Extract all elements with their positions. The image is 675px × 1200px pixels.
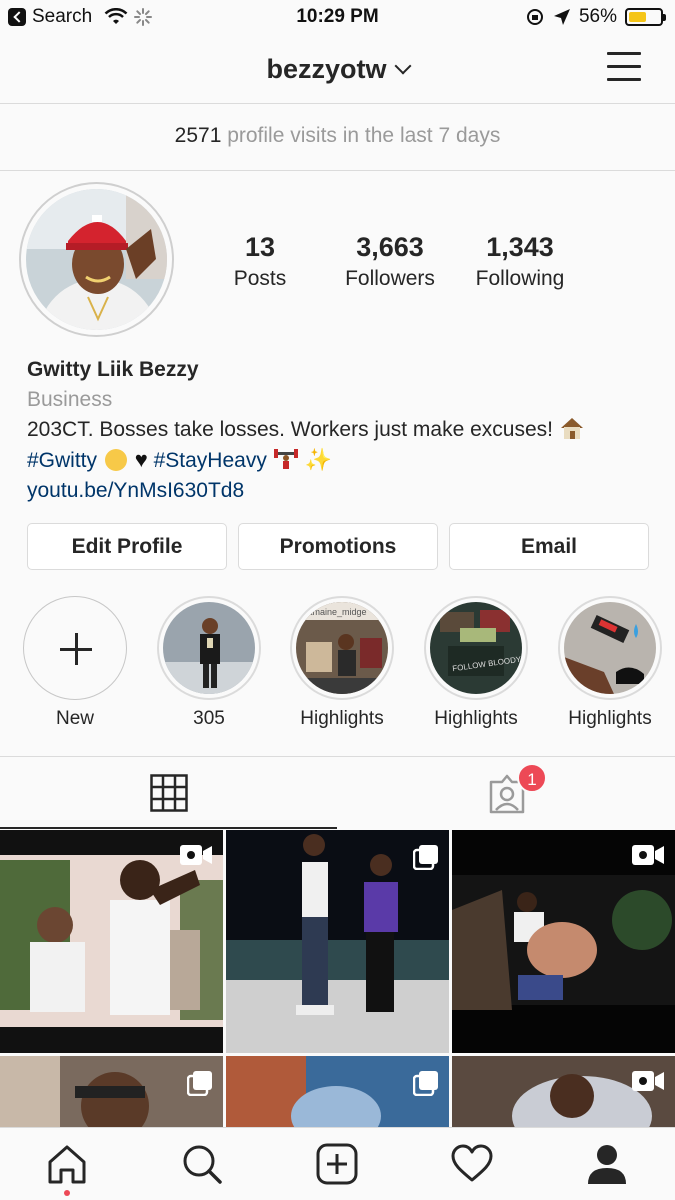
highlight-overlay-text: tramaine_midge — [302, 607, 367, 617]
activity-dot — [64, 1190, 70, 1196]
avatar-ring[interactable] — [19, 182, 174, 337]
highlight-label: Highlights — [300, 708, 384, 729]
highlight-item[interactable]: FOLLOW BLOODY Highlights — [424, 596, 528, 730]
highlight-ring[interactable]: FOLLOW BLOODY — [424, 596, 528, 700]
nav-profile[interactable] — [585, 1142, 629, 1186]
display-name: Gwitty Liik Bezzy — [27, 358, 199, 381]
profile-tabs: 1 — [0, 756, 675, 829]
followers-count: 3,663 — [356, 232, 424, 262]
tagged-notification-badge: 1 — [517, 763, 547, 793]
chevron-down-icon[interactable] — [394, 57, 411, 75]
followers-label: Followers — [345, 267, 435, 290]
heart-icon[interactable] — [450, 1142, 494, 1186]
black-heart-icon: ♥ — [134, 447, 148, 472]
highlight-label: Highlights — [434, 708, 518, 729]
profile-stats: 13 Posts 3,663 Followers 1,343 Following — [195, 232, 585, 291]
grid-icon[interactable] — [150, 774, 188, 812]
nav-search[interactable] — [180, 1142, 224, 1186]
carousel-icon — [413, 845, 438, 870]
battery-percent: 56% — [578, 6, 617, 27]
post-tile[interactable] — [0, 830, 223, 1053]
bio-line-1: 203CT. Bosses take losses. Workers just … — [27, 415, 657, 445]
add-post-icon[interactable] — [315, 1142, 359, 1186]
post-tile[interactable] — [226, 1056, 449, 1128]
new-highlight-button[interactable] — [23, 596, 127, 700]
highlight-ring[interactable] — [558, 596, 662, 700]
highlight-label: New — [55, 708, 94, 729]
hashtag-stayheavy[interactable]: #StayHeavy — [154, 449, 267, 472]
visits-text: profile visits in the last 7 days — [221, 124, 501, 147]
highlight-item[interactable]: Highlights — [558, 596, 662, 730]
highlight-ring[interactable] — [157, 596, 261, 700]
sparkles-emoji-icon: ✨ — [304, 447, 332, 472]
profile-header: bezzyotw — [0, 36, 675, 104]
highlight-cover — [163, 602, 255, 694]
hashtag-gwitty[interactable]: #Gwitty — [27, 449, 97, 472]
post-tile[interactable] — [0, 1056, 223, 1128]
highlight-item[interactable]: tramaine_midge Highlights — [290, 596, 394, 730]
nav-add-post[interactable] — [315, 1142, 359, 1186]
business-category: Business — [27, 388, 113, 411]
profile-visits-banner[interactable]: 2571 profile visits in the last 7 days — [0, 105, 675, 171]
promotions-button[interactable]: Promotions — [238, 523, 438, 570]
highlight-label: Highlights — [568, 708, 652, 729]
battery-level — [629, 12, 646, 22]
highlight-ring[interactable]: tramaine_midge — [290, 596, 394, 700]
following-count: 1,343 — [486, 232, 554, 262]
stat-following[interactable]: 1,343 Following — [455, 232, 585, 291]
highlight-new[interactable]: New — [23, 596, 127, 730]
nav-home[interactable] — [45, 1142, 89, 1196]
highlight-cover: tramaine_midge — [296, 602, 388, 694]
posts-count: 13 — [244, 232, 276, 262]
nav-activity[interactable] — [450, 1142, 494, 1186]
visits-count: 2571 — [174, 124, 222, 147]
status-right: 56% — [525, 6, 666, 28]
following-label: Following — [475, 267, 565, 290]
home-icon[interactable] — [45, 1142, 89, 1186]
profile-actions: Edit Profile Promotions Email — [27, 523, 649, 570]
carousel-icon — [413, 1071, 438, 1096]
weightlifter-emoji-icon — [273, 449, 298, 469]
video-icon — [632, 845, 664, 865]
video-icon — [180, 845, 212, 865]
highlight-cover: FOLLOW BLOODY — [430, 602, 522, 694]
highlight-label: 305 — [193, 708, 225, 729]
battery-icon — [625, 8, 666, 26]
username-label[interactable]: bezzyotw — [266, 54, 386, 84]
video-icon — [632, 1071, 664, 1091]
profile-icon[interactable] — [585, 1142, 629, 1186]
bottom-tab-bar — [0, 1127, 675, 1200]
profile-link[interactable]: youtu.be/YnMsI630Td8 — [27, 476, 657, 506]
story-highlights: New 305 tramaine_midge Highlights FOLLOW… — [0, 596, 675, 736]
search-icon[interactable] — [180, 1142, 224, 1186]
edit-profile-button[interactable]: Edit Profile — [27, 523, 227, 570]
post-tile[interactable] — [452, 1056, 675, 1128]
posts-label: Posts — [233, 267, 287, 290]
account-switcher[interactable]: bezzyotw — [0, 54, 675, 85]
avatar[interactable] — [26, 189, 167, 330]
orientation-lock-icon — [526, 9, 543, 25]
post-tile[interactable] — [226, 830, 449, 1053]
highlight-cover — [564, 602, 656, 694]
stat-followers[interactable]: 3,663 Followers — [325, 232, 455, 291]
tab-tagged[interactable]: 1 — [337, 757, 674, 829]
status-bar: Search 10:29 PM 56% — [0, 0, 675, 36]
location-arrow-icon — [553, 9, 570, 25]
bio-line-2: #Gwitty ♥ #StayHeavy ✨ — [27, 445, 657, 476]
stat-posts[interactable]: 13 Posts — [195, 232, 325, 291]
tab-grid[interactable] — [0, 757, 337, 829]
money-mouth-emoji-icon — [104, 449, 127, 471]
house-emoji-icon — [560, 418, 583, 439]
hamburger-menu-icon[interactable] — [607, 52, 641, 82]
profile-bio: Gwitty Liik Bezzy Business 203CT. Bosses… — [27, 355, 657, 506]
highlight-item[interactable]: 305 — [157, 596, 261, 730]
bio-text: 203CT. Bosses take losses. Workers just … — [27, 418, 553, 441]
email-button[interactable]: Email — [449, 523, 649, 570]
carousel-icon — [187, 1071, 212, 1096]
post-tile[interactable] — [452, 830, 675, 1053]
